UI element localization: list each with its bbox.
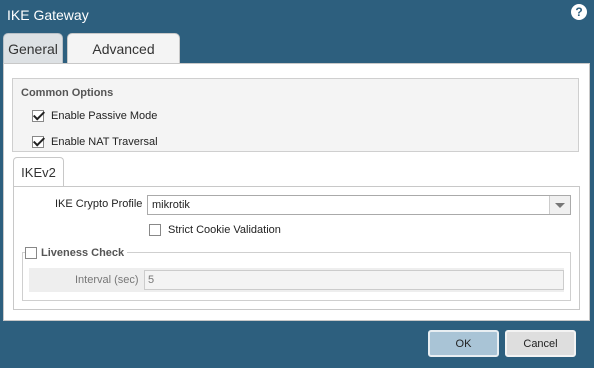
crypto-profile-label: IKE Crypto Profile xyxy=(55,198,143,210)
crypto-profile-select[interactable]: mikrotik xyxy=(147,195,571,215)
liveness-check-legend[interactable]: Liveness Check xyxy=(25,247,128,259)
ok-button[interactable]: OK xyxy=(428,330,499,357)
help-icon[interactable]: ? xyxy=(571,4,587,20)
nat-traversal-label: Enable NAT Traversal xyxy=(51,136,158,148)
tab-advanced-options[interactable]: Advanced Options xyxy=(67,33,180,87)
strict-cookie-checkbox[interactable] xyxy=(149,224,161,236)
advanced-options-panel: Common Options Enable Passive Mode Enabl… xyxy=(3,63,590,321)
nat-traversal-row[interactable]: Enable NAT Traversal xyxy=(32,136,158,148)
title-bar: IKE Gateway ? xyxy=(0,0,594,30)
cancel-button[interactable]: Cancel xyxy=(505,330,576,357)
liveness-check-label: Liveness Check xyxy=(41,247,125,259)
crypto-profile-value: mikrotik xyxy=(152,199,190,211)
tab-general[interactable]: General xyxy=(3,33,63,63)
strict-cookie-row[interactable]: Strict Cookie Validation xyxy=(149,224,281,236)
passive-mode-row[interactable]: Enable Passive Mode xyxy=(32,110,157,122)
chevron-down-icon[interactable] xyxy=(549,196,570,214)
interval-input[interactable]: 5 xyxy=(144,270,564,290)
common-options-legend: Common Options xyxy=(21,87,114,99)
interval-label: Interval (sec) xyxy=(75,274,139,286)
interval-row: Interval (sec) 5 xyxy=(29,268,564,292)
liveness-check-checkbox[interactable] xyxy=(25,247,37,259)
passive-mode-label: Enable Passive Mode xyxy=(51,110,158,122)
strict-cookie-label: Strict Cookie Validation xyxy=(168,224,281,236)
common-options-group: Common Options Enable Passive Mode Enabl… xyxy=(12,78,579,152)
ikev2-panel: IKE Crypto Profile mikrotik Strict Cooki… xyxy=(13,186,580,310)
passive-mode-checkbox[interactable] xyxy=(32,110,44,122)
tab-ikev2[interactable]: IKEv2 xyxy=(13,157,64,187)
window-title: IKE Gateway xyxy=(7,7,89,23)
nat-traversal-checkbox[interactable] xyxy=(32,136,44,148)
liveness-check-group: Liveness Check Interval (sec) 5 xyxy=(22,247,571,301)
